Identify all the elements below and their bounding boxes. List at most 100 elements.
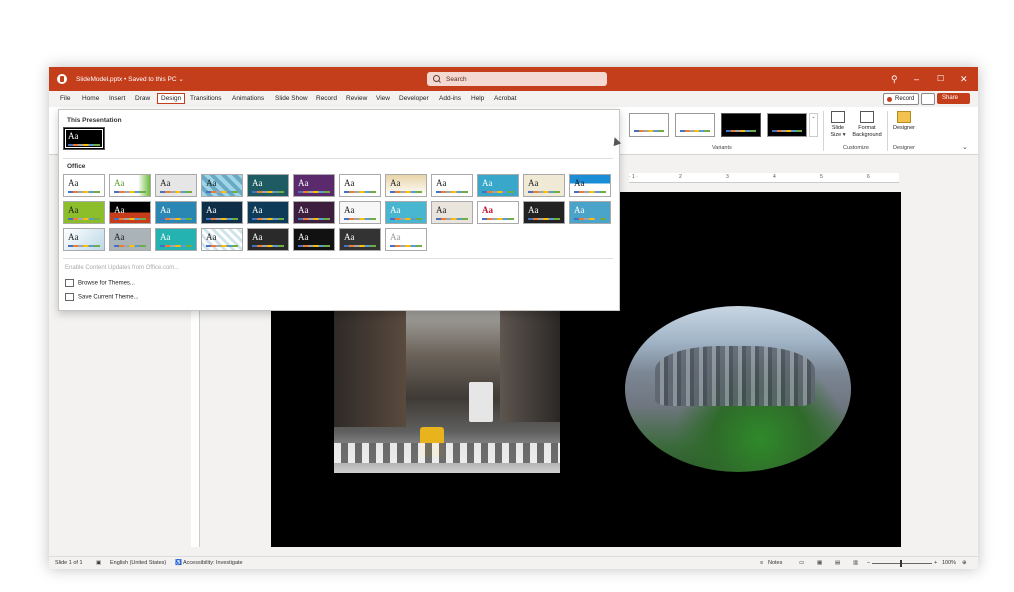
theme-office[interactable]: Aa xyxy=(63,174,105,197)
accessibility-icon[interactable]: ♿ xyxy=(175,560,182,566)
theme-integral[interactable]: Aa xyxy=(155,174,197,197)
tab-insert[interactable]: Insert xyxy=(109,95,125,102)
theme-damask[interactable]: Aa xyxy=(63,201,105,224)
reading-view-icon[interactable]: ▤ xyxy=(835,560,840,566)
minimize-icon[interactable]: – xyxy=(914,73,919,85)
theme-metropolitan[interactable]: Aa xyxy=(477,201,519,224)
theme-organic[interactable]: Aa xyxy=(293,174,335,197)
theme-vapor[interactable]: Aa xyxy=(293,228,335,251)
variant-4[interactable] xyxy=(767,113,807,137)
language[interactable]: English (United States) xyxy=(110,560,166,566)
theme-savon[interactable]: Aa xyxy=(109,228,151,251)
fit-slide-icon[interactable]: ⊕ xyxy=(962,560,967,566)
search-box[interactable]: Search xyxy=(427,72,607,86)
tab-review[interactable]: Review xyxy=(346,95,367,102)
save-theme-item[interactable]: Save Current Theme... xyxy=(65,293,139,301)
theme-berlin[interactable]: Aa xyxy=(477,174,519,197)
tab-record[interactable]: Record xyxy=(316,95,337,102)
normal-view-icon[interactable]: ▭ xyxy=(799,560,804,566)
lightbulb-icon[interactable]: ⚲ xyxy=(891,73,898,85)
format-background-button[interactable]: Format Background xyxy=(851,111,883,139)
browse-themes-label: Browse for Themes... xyxy=(78,280,135,287)
variants-group-label: Variants xyxy=(712,145,732,151)
theme-headlines[interactable]: Aa xyxy=(339,201,381,224)
tab-animations[interactable]: Animations xyxy=(232,95,264,102)
vertical-ruler xyxy=(191,307,200,547)
office-heading: Office xyxy=(67,163,86,170)
tab-draw[interactable]: Draw xyxy=(135,95,150,102)
theme-mesh[interactable]: Aa xyxy=(431,201,473,224)
variant-2[interactable] xyxy=(675,113,715,137)
theme-retrospect[interactable]: Aa xyxy=(339,174,381,197)
tab-file[interactable]: File xyxy=(60,95,70,102)
designer-icon xyxy=(897,111,911,123)
theme-crop[interactable]: Aa xyxy=(155,228,197,251)
aerial-city-oval-photo[interactable] xyxy=(625,306,851,472)
theme-basis[interactable]: Aa xyxy=(385,228,427,251)
theme-depth[interactable]: Aa xyxy=(109,201,151,224)
theme-parcel[interactable]: Aa xyxy=(569,201,611,224)
theme-quotable[interactable]: Aa xyxy=(63,228,105,251)
theme-dividend[interactable]: Aa xyxy=(155,201,197,224)
zoom-slider[interactable] xyxy=(872,560,932,567)
comments-icon[interactable] xyxy=(921,93,935,105)
ruler-mark: · 1 · xyxy=(629,174,638,180)
search-placeholder: Search xyxy=(446,75,467,83)
theme-parallax[interactable]: Aa xyxy=(523,201,565,224)
spell-check-icon[interactable]: ▣ xyxy=(96,560,101,566)
theme-vapor-trail[interactable]: Aa xyxy=(201,228,243,251)
document-title[interactable]: SlideModel.pptx • Saved to this PC ⌄ xyxy=(76,75,184,83)
share-button[interactable]: Share xyxy=(937,93,970,104)
slideshow-icon[interactable]: ▥ xyxy=(853,560,858,566)
city-street-photo[interactable] xyxy=(334,307,560,473)
tab-slide-show[interactable]: Slide Show xyxy=(275,95,308,102)
tab-transitions[interactable]: Transitions xyxy=(190,95,222,102)
notes-button[interactable]: Notes xyxy=(768,560,782,566)
title-bar: SlideModel.pptx • Saved to this PC ⌄ Sea… xyxy=(49,67,978,91)
accessibility-status[interactable]: Accessibility: Investigate xyxy=(183,560,243,566)
theme-gallery[interactable]: Aa xyxy=(293,201,335,224)
browse-themes-item[interactable]: Browse for Themes... xyxy=(65,279,135,287)
maximize-icon[interactable]: ☐ xyxy=(937,73,944,85)
zoom-thumb[interactable] xyxy=(900,560,902,567)
theme-badge[interactable]: Aa xyxy=(339,228,381,251)
theme-view[interactable]: Aa xyxy=(247,228,289,251)
close-icon[interactable]: ✕ xyxy=(960,73,968,85)
tab-view[interactable]: View xyxy=(376,95,390,102)
zoom-level[interactable]: 100% xyxy=(942,560,956,566)
divider xyxy=(63,258,613,259)
notes-icon[interactable]: ≡ xyxy=(760,560,763,566)
tab-help[interactable]: Help xyxy=(471,95,484,102)
theme-main-event[interactable]: Aa xyxy=(385,201,427,224)
variants-more-icon[interactable]: ⌄ xyxy=(809,113,818,137)
slide-sorter-icon[interactable]: ▦ xyxy=(817,560,822,566)
zoom-in-icon[interactable]: + xyxy=(934,560,937,566)
tab-acrobat[interactable]: Acrobat xyxy=(494,95,516,102)
share-label: Share xyxy=(942,95,959,101)
tab-design[interactable]: Design xyxy=(157,92,186,104)
theme-celestial[interactable]: Aa xyxy=(523,174,565,197)
tab-developer[interactable]: Developer xyxy=(399,95,429,102)
tab-home[interactable]: Home xyxy=(82,95,99,102)
tab-add-ins[interactable]: Add-ins xyxy=(439,95,461,102)
theme-circuit[interactable]: Aa xyxy=(569,174,611,197)
record-button[interactable]: Record xyxy=(883,93,919,105)
ruler-mark: 3 xyxy=(726,174,729,180)
current-theme[interactable]: Aa xyxy=(63,127,105,150)
theme-frame[interactable]: Aa xyxy=(247,201,289,224)
search-icon xyxy=(433,75,440,82)
designer-button[interactable]: Designer xyxy=(891,111,917,132)
variant-1[interactable] xyxy=(629,113,669,137)
slide-size-button[interactable]: Slide Size ▾ xyxy=(827,111,849,139)
variant-3[interactable] xyxy=(721,113,761,137)
theme-facet[interactable]: Aa xyxy=(109,174,151,197)
theme-ion[interactable]: Aa xyxy=(247,174,289,197)
theme-droplet[interactable]: Aa xyxy=(201,201,243,224)
collapse-ribbon-icon[interactable]: ⌄ xyxy=(962,143,968,151)
save-icon xyxy=(65,293,74,301)
theme-slice[interactable]: Aa xyxy=(385,174,427,197)
theme-wisp[interactable]: Aa xyxy=(431,174,473,197)
theme-ion-boardroom[interactable]: Aa xyxy=(201,174,243,197)
zoom-out-icon[interactable]: – xyxy=(867,560,870,566)
customize-group-label: Customize xyxy=(843,145,869,151)
